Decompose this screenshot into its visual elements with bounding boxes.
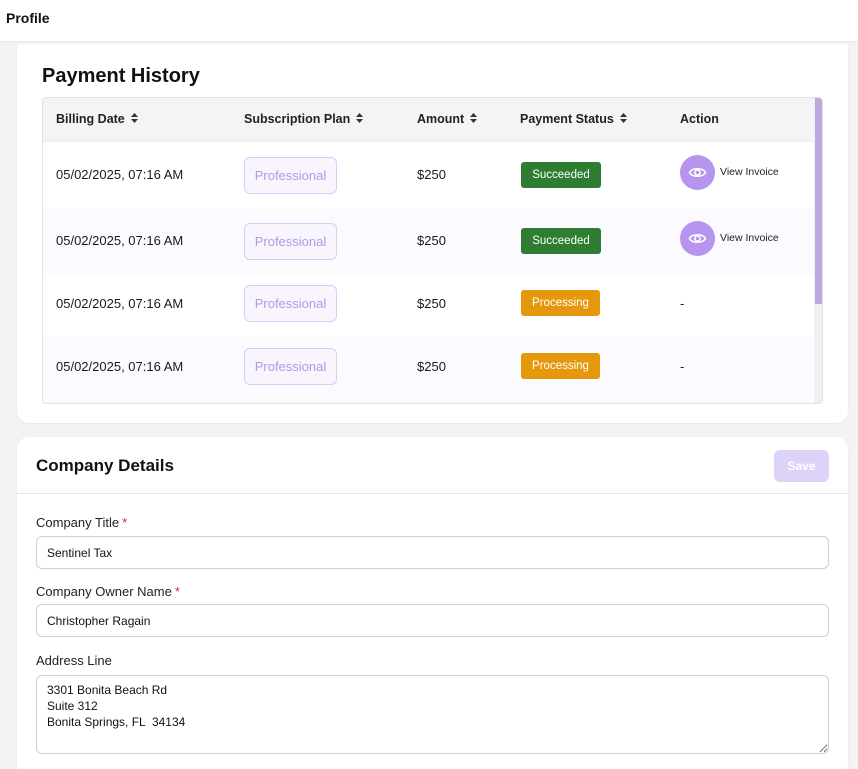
amount: $250 [417, 296, 446, 311]
company-owner-name-input[interactable] [36, 604, 829, 637]
payment-history-table: Billing Date Subscription Plan Amount Pa… [42, 97, 823, 404]
table-scrollbar-thumb[interactable] [815, 98, 822, 304]
view-invoice-button[interactable] [680, 155, 715, 190]
company-details-title: Company Details [36, 456, 174, 475]
sort-arrows-icon[interactable] [130, 112, 138, 126]
eye-icon [688, 167, 707, 178]
status-badge: Processing [521, 290, 600, 316]
column-header-billing-date[interactable]: Billing Date [56, 112, 138, 127]
table-row: 05/02/2025, 07:16 AM Professional $250 S… [43, 208, 814, 274]
address-line-label: Address Line [36, 653, 112, 668]
sort-arrows-icon[interactable] [356, 112, 364, 126]
table-row: 05/02/2025, 07:16 AM Professional $250 S… [43, 142, 814, 208]
amount: $250 [417, 359, 446, 374]
status-badge: Succeeded [521, 162, 601, 188]
column-header-subscription-plan[interactable]: Subscription Plan [244, 112, 364, 127]
table-row: 05/02/2025, 07:16 AM Professional $250 P… [43, 274, 814, 337]
payment-history-card: Payment History Billing Date Subscriptio… [17, 44, 848, 423]
table-header: Billing Date Subscription Plan Amount Pa… [43, 98, 814, 142]
view-invoice-link[interactable]: View Invoice [720, 232, 779, 244]
column-header-action: Action [680, 112, 719, 126]
billing-date: 05/02/2025, 07:16 AM [56, 167, 184, 182]
required-marker: * [122, 515, 128, 530]
action-empty: - [680, 296, 685, 311]
eye-icon [688, 233, 707, 244]
company-details-card: Company Details Save Company Title* Comp… [17, 437, 848, 769]
company-title-label: Company Title * [36, 515, 128, 530]
page-title: Profile [6, 10, 50, 26]
plan-pill: Professional [244, 223, 337, 260]
required-marker: * [174, 584, 180, 599]
billing-date: 05/02/2025, 07:16 AM [56, 359, 184, 374]
plan-pill: Professional [244, 348, 337, 385]
sort-arrows-icon[interactable] [619, 112, 627, 126]
billing-date: 05/02/2025, 07:16 AM [56, 296, 184, 311]
column-header-payment-status[interactable]: Payment Status [520, 112, 627, 127]
plan-pill: Professional [244, 157, 337, 194]
status-badge: Succeeded [521, 228, 601, 254]
company-owner-name-label: Company Owner Name * [36, 584, 180, 599]
amount: $250 [417, 233, 446, 248]
column-header-amount[interactable]: Amount [417, 112, 478, 127]
amount: $250 [417, 167, 446, 182]
billing-date: 05/02/2025, 07:16 AM [56, 233, 184, 248]
company-details-header: Company Details Save [17, 437, 848, 494]
save-button[interactable]: Save [774, 450, 829, 482]
top-bar: Profile [0, 0, 858, 42]
action-empty: - [680, 359, 685, 374]
payment-history-title: Payment History [42, 65, 200, 87]
company-title-input[interactable] [36, 536, 829, 569]
sort-arrows-icon[interactable] [470, 112, 478, 126]
view-invoice-link[interactable]: View Invoice [720, 166, 779, 178]
view-invoice-button[interactable] [680, 221, 715, 256]
table-row: 05/02/2025, 07:16 AM Professional $250 P… [43, 337, 814, 403]
address-line-textarea[interactable]: 3301 Bonita Beach Rd Suite 312 Bonita Sp… [36, 675, 829, 754]
status-badge: Processing [521, 353, 600, 379]
plan-pill: Professional [244, 285, 337, 322]
